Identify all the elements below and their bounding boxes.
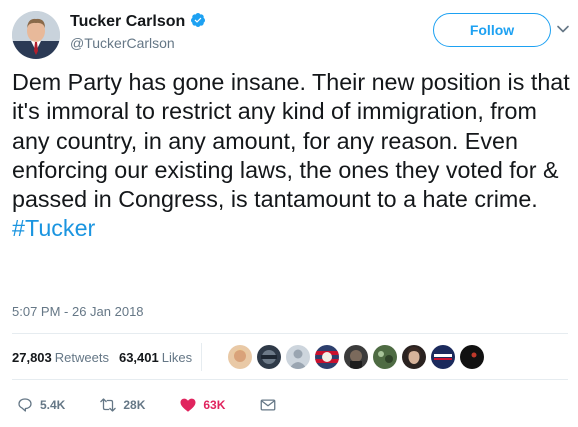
like-button[interactable]: 63K [179,396,225,414]
liker-avatar[interactable] [257,345,281,369]
retweet-count: 28K [123,398,146,412]
liker-avatar[interactable] [228,345,252,369]
direct-message-button[interactable] [259,396,283,414]
tweet-timestamp[interactable]: 5:07 PM - 26 Jan 2018 [12,304,144,319]
envelope-icon [261,399,276,411]
like-count: 63K [203,398,226,412]
retweets-label: Retweets [54,349,109,365]
liker-avatar[interactable] [460,345,484,369]
likes-label: Likes [161,349,193,365]
liker-avatar[interactable] [315,345,339,369]
retweets-count: 27,803 [12,349,52,365]
likes-count: 63,401 [118,349,159,365]
author-handle[interactable]: @TuckerCarlson [70,35,175,51]
verified-badge-icon [191,13,206,27]
divider [12,333,568,334]
tweet-card: Tucker Carlson @TuckerCarlson Follow Dem… [0,0,578,427]
liker-avatar[interactable] [286,345,310,369]
retweet-icon [100,398,117,412]
hashtag-link[interactable]: #Tucker [12,215,95,241]
retweet-button[interactable]: 28K [99,396,145,414]
tweet-stats: 27,803 Retweets 63,401 Likes [12,343,212,371]
tweet-actions: 5.4K 28K 63K [16,396,283,414]
likers-avatars [228,345,489,369]
stats-divider [201,343,203,371]
author-avatar[interactable] [12,11,60,59]
retweets-stat[interactable]: 27,803 Retweets [12,350,109,365]
liker-avatar[interactable] [431,345,455,369]
likes-stat[interactable]: 63,401 Likes [119,350,192,365]
follow-button[interactable]: Follow [433,13,551,47]
liker-avatar[interactable] [373,345,397,369]
reply-icon [18,398,32,412]
reply-count: 5.4K [40,398,66,412]
liker-avatar[interactable] [344,345,368,369]
heart-icon [180,398,196,412]
divider [12,379,568,380]
tweet-body: Dem Party has gone insane. Their new pos… [12,69,570,213]
reply-button[interactable]: 5.4K [16,396,65,414]
author-name[interactable]: Tucker Carlson [70,12,206,31]
liker-avatar[interactable] [402,345,426,369]
tweet-text: Dem Party has gone insane. Their new pos… [12,68,572,244]
chevron-down-icon[interactable] [556,22,570,36]
author-name-text[interactable]: Tucker Carlson [70,13,185,30]
